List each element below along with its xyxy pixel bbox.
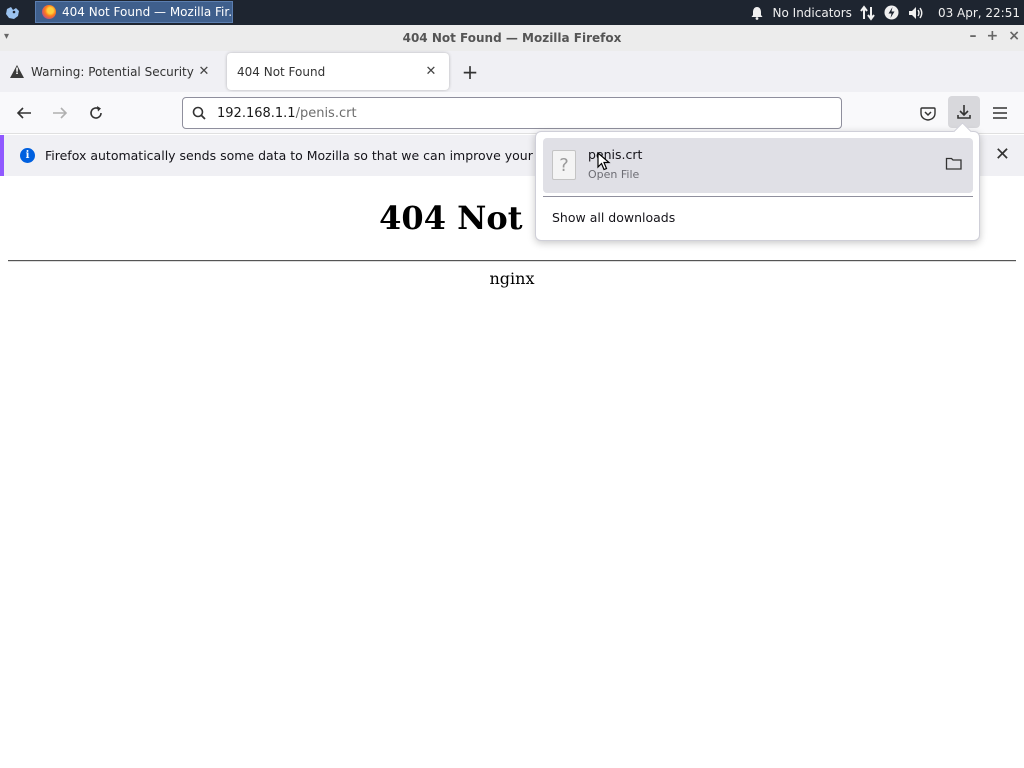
url-host: 192.168.1.1: [217, 105, 296, 121]
downloads-panel: ? penis.crt Open File Show all downloads: [535, 131, 980, 241]
separator: [543, 196, 973, 197]
maximize-icon[interactable]: +: [987, 28, 999, 44]
divider: [8, 260, 1016, 262]
tab-label: Warning: Potential Security Ri: [31, 64, 196, 79]
url-path: /penis.crt: [295, 105, 357, 121]
new-tab-button[interactable]: +: [458, 60, 482, 84]
unknown-file-icon: ?: [552, 150, 576, 180]
window-menu-icon[interactable]: ▾: [4, 31, 9, 42]
window-title: 404 Not Found — Mozilla Firefox: [402, 31, 622, 45]
tab-404-not-found[interactable]: 404 Not Found ✕: [227, 53, 449, 90]
minimize-icon[interactable]: –: [970, 28, 977, 44]
volume-icon[interactable]: [908, 5, 924, 21]
info-icon: i: [20, 148, 35, 163]
pocket-button[interactable]: [915, 100, 941, 126]
back-button[interactable]: [11, 100, 37, 126]
app-menu-icon[interactable]: [0, 0, 26, 25]
clock[interactable]: 03 Apr, 22:51: [938, 6, 1020, 20]
navigation-bar: 192.168.1.1/penis.crt: [0, 92, 1024, 134]
notification-close-icon[interactable]: ✕: [995, 144, 1010, 165]
warning-icon: [10, 65, 24, 78]
system-tray: No Indicators 03 Apr, 22:51: [749, 0, 1020, 25]
download-status: Open File: [588, 168, 640, 181]
system-panel: 404 Not Found — Mozilla Fir... No Indica…: [0, 0, 1024, 25]
window-controls: – + ×: [970, 28, 1020, 44]
forward-button[interactable]: [47, 100, 73, 126]
indicators-label[interactable]: No Indicators: [773, 6, 852, 20]
folder-icon[interactable]: [945, 156, 963, 174]
show-all-downloads-link[interactable]: Show all downloads: [552, 210, 675, 225]
search-icon: [192, 106, 206, 124]
firefox-icon: [42, 5, 56, 19]
network-transfer-icon[interactable]: [860, 4, 876, 21]
tab-close-icon[interactable]: ✕: [423, 64, 439, 79]
tab-close-icon[interactable]: ✕: [196, 64, 212, 79]
page-content: 404 Not Found nginx: [0, 177, 1024, 768]
tab-security-warning[interactable]: Warning: Potential Security Ri ✕: [0, 53, 222, 90]
mouse-cursor-icon: [597, 151, 611, 175]
tab-strip: Warning: Potential Security Ri ✕ 404 Not…: [0, 51, 1024, 92]
taskbar-window-title: 404 Not Found — Mozilla Fir...: [62, 5, 232, 19]
notification-bell-icon[interactable]: [749, 5, 765, 21]
notification-text: Firefox automatically sends some data to…: [45, 148, 545, 163]
tab-label: 404 Not Found: [237, 64, 326, 79]
reload-button[interactable]: [83, 100, 109, 126]
close-window-icon[interactable]: ×: [1008, 28, 1020, 44]
server-signature: nginx: [489, 269, 535, 288]
app-menu-button[interactable]: [987, 100, 1013, 126]
power-icon[interactable]: [884, 5, 900, 21]
taskbar-window-button[interactable]: 404 Not Found — Mozilla Fir...: [35, 1, 233, 23]
url-bar[interactable]: 192.168.1.1/penis.crt: [182, 97, 842, 129]
window-titlebar: ▾ 404 Not Found — Mozilla Firefox – + ×: [0, 25, 1024, 51]
